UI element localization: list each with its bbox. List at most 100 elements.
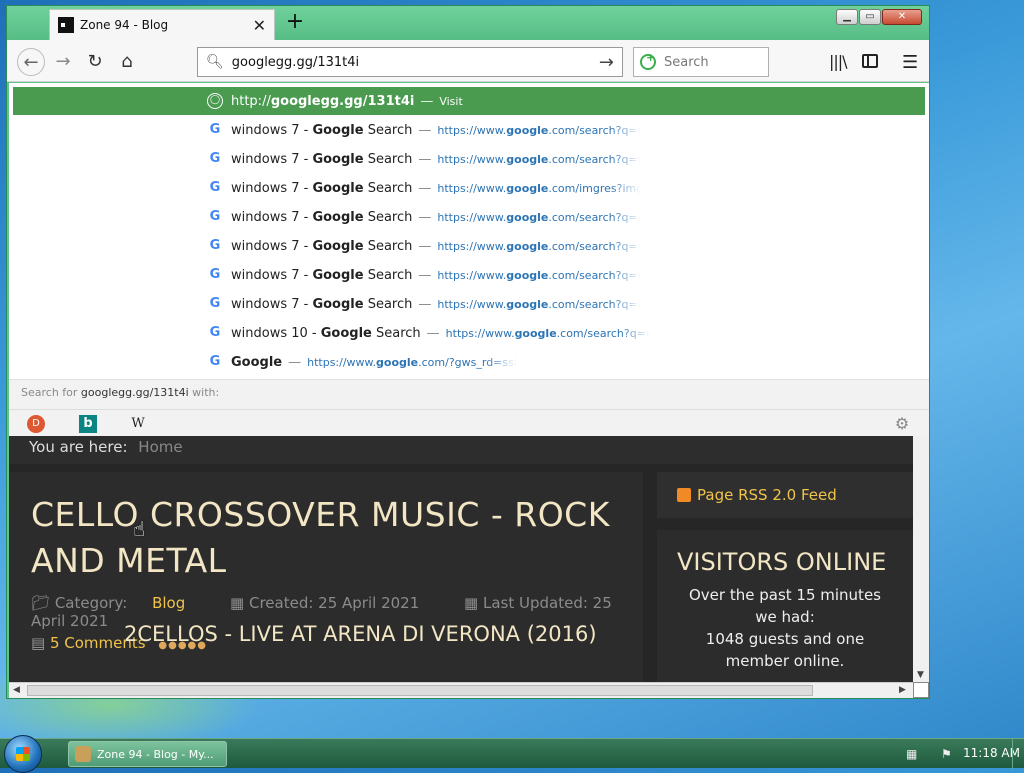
suggestion-title-pre: windows 7 - (231, 296, 313, 312)
add-search-engine-icon[interactable] (640, 51, 656, 70)
network-icon[interactable]: ⚑ (941, 747, 952, 761)
suggestion-item[interactable]: Gwindows 7 - Google Search — https://www.g… (13, 203, 925, 231)
suggestion-item[interactable]: Gwindows 7 - Google Search — https://www.g… (13, 261, 925, 289)
taskbar-item-browser[interactable]: Zone 94 - Blog - My... (68, 741, 227, 767)
suggestion-title-post: Search (363, 267, 413, 283)
suggestion-separator: — (420, 93, 434, 109)
forward-button[interactable]: → (49, 48, 77, 76)
google-icon: G (209, 122, 221, 137)
suggestion-item[interactable]: Gwindows 7 - Google Search — https://www.g… (13, 145, 925, 173)
suggestion-item[interactable]: Gwindows 7 - Google Search — https://www.g… (13, 116, 925, 144)
rss-feed-link[interactable]: Page RSS 2.0 Feed (657, 472, 913, 518)
breadcrumb-home-link[interactable]: Home (138, 438, 182, 456)
suggestion-title-pre: windows 7 - (231, 238, 313, 254)
suggestion-title-bold: Google (231, 354, 283, 370)
tab-bar: Zone 94 - Blog ✕ + ▁ ▭ ✕ (7, 6, 929, 40)
start-button[interactable] (4, 735, 42, 773)
visitors-text: Over the past 15 minutes we had: 1048 gu… (677, 584, 893, 672)
suggestion-action: Visit (439, 94, 463, 108)
comment-icon: ▤ (31, 634, 46, 652)
search-box[interactable]: Search (633, 47, 769, 77)
suggestion-url: https://www.google.com/search?q=wi (437, 124, 641, 137)
suggestion-title-post: Search (363, 151, 413, 167)
home-button[interactable]: ⌂ (113, 48, 141, 76)
suggestion-title: windows 7 - Google Search (231, 123, 412, 138)
hamburger-menu-icon[interactable]: ☰ (902, 52, 918, 73)
suggestion-title-pre: windows 10 - (231, 325, 321, 341)
reload-button[interactable]: ↻ (81, 48, 109, 76)
suggestion-visit-url[interactable]: ◯ http://googlegg.gg/131t4i — Visit (13, 87, 925, 115)
search-icon: 🔍︎ (206, 54, 224, 70)
suggestion-title-bold: Google (312, 180, 364, 196)
go-arrow-icon[interactable]: → (599, 52, 614, 73)
suggestion-item[interactable]: Gwindows 10 - Google Search — https://www.… (13, 319, 925, 347)
suggestion-item[interactable]: Gwindows 7 - Google Search — https://www.g… (13, 174, 925, 202)
suggestion-title-bold: Google (312, 238, 364, 254)
suggestion-url: https://www.google.com/?gws_rd=ssl (307, 356, 517, 369)
suggestion-separator: — (418, 238, 432, 254)
suggestion-title-post: Search (363, 180, 413, 196)
suggestion-url-bold: google (514, 326, 557, 340)
suggestion-url-pre: https://www. (437, 152, 507, 166)
suggestion-url-pre: https://www. (437, 268, 507, 282)
suggestion-title-bold: Google (320, 325, 372, 341)
suggestion-url-pre: https://www. (307, 355, 377, 369)
suggestion-url-post: .com/search?q=w (556, 326, 650, 340)
duckduckgo-icon[interactable]: D (27, 415, 45, 433)
horizontal-scrollbar[interactable]: ◀ ▶ (9, 682, 913, 698)
address-input[interactable]: googlegg.gg/131t4i (232, 55, 599, 70)
address-bar[interactable]: 🔍︎ googlegg.gg/131t4i → (197, 47, 623, 77)
zone94-favicon-icon (58, 17, 74, 33)
rss-label: Page RSS 2.0 Feed (697, 486, 837, 504)
tab-zone94-blog[interactable]: Zone 94 - Blog ✕ (49, 9, 275, 40)
suggestion-title: windows 7 - Google Search (231, 210, 412, 225)
back-button[interactable]: ← (17, 48, 45, 76)
article-title: CELLO CROSSOVER MUSIC - ROCK AND METAL (31, 495, 610, 580)
suggestion-title: windows 7 - Google Search (231, 152, 412, 167)
category-link[interactable]: Blog (152, 594, 185, 612)
vertical-scrollbar[interactable]: ▼ (913, 436, 929, 682)
suggestion-title-bold: Google (312, 296, 364, 312)
suggestion-item[interactable]: Gwindows 7 - Google Search — https://www.g… (13, 290, 925, 318)
new-tab-button[interactable]: + (282, 10, 308, 36)
suggestion-title-pre: windows 7 - (231, 267, 313, 283)
sidebar-toggle-icon[interactable] (862, 54, 878, 68)
library-icon[interactable]: |||\ (829, 52, 848, 71)
suggestion-url-bold: google (506, 239, 549, 253)
visitors-title: VISITORS ONLINE (677, 548, 887, 576)
search-input[interactable]: Search (664, 55, 709, 70)
suggestion-url-pre: https://www. (437, 239, 507, 253)
suggestion-item[interactable]: G Google — https://www.google.com/?gws_rd=s… (13, 348, 925, 376)
close-window-button[interactable]: ✕ (882, 9, 922, 25)
horizontal-scroll-thumb[interactable] (27, 685, 813, 696)
suggestion-url-bold: google (376, 355, 419, 369)
scroll-right-arrow-icon[interactable]: ▶ (899, 685, 906, 695)
suggestion-url-bold: google (506, 210, 549, 224)
taskbar: Zone 94 - Blog - My... ▦ ⚑ 11:18 AM (0, 735, 1024, 773)
maximize-button[interactable]: ▭ (859, 9, 881, 25)
show-desktop-button[interactable] (1012, 739, 1024, 769)
scroll-left-arrow-icon[interactable]: ◀ (13, 685, 20, 695)
search-settings-gear-icon[interactable]: ⚙ (893, 415, 911, 433)
suggestion-title-post: Search (371, 325, 421, 341)
suggestion-url-post: .com/imgres?imgu (548, 181, 642, 195)
category-meta: 📁︎ Category: Blog (31, 594, 186, 612)
breadcrumb-label: You are here: (29, 438, 128, 456)
visitors-count: 1048 guests and one member online. (705, 630, 865, 670)
close-tab-icon[interactable]: ✕ (253, 16, 266, 35)
suggestion-url-bold: googlegg.gg/131t4i (270, 93, 415, 109)
created-text: Created: 25 April 2021 (248, 594, 420, 612)
suggestion-title-pre: windows 7 - (231, 122, 313, 138)
suggestion-prefix: http:// (231, 93, 271, 109)
category-label: Category: (54, 594, 128, 612)
search-with-query: googlegg.gg/131t4i (80, 386, 189, 399)
wikipedia-icon[interactable]: W (129, 415, 147, 433)
bing-icon[interactable]: b (79, 415, 97, 433)
action-center-icon[interactable]: ▦ (906, 747, 917, 761)
suggestion-url: https://www.google.com/search?q=wi (437, 269, 641, 282)
hand-cursor-icon: ☝ (133, 517, 146, 541)
suggestion-item[interactable]: Gwindows 7 - Google Search — https://www.g… (13, 232, 925, 260)
scroll-down-arrow-icon[interactable]: ▼ (917, 670, 924, 680)
suggestion-title-bold: Google (312, 151, 364, 167)
minimize-button[interactable]: ▁ (836, 9, 858, 25)
